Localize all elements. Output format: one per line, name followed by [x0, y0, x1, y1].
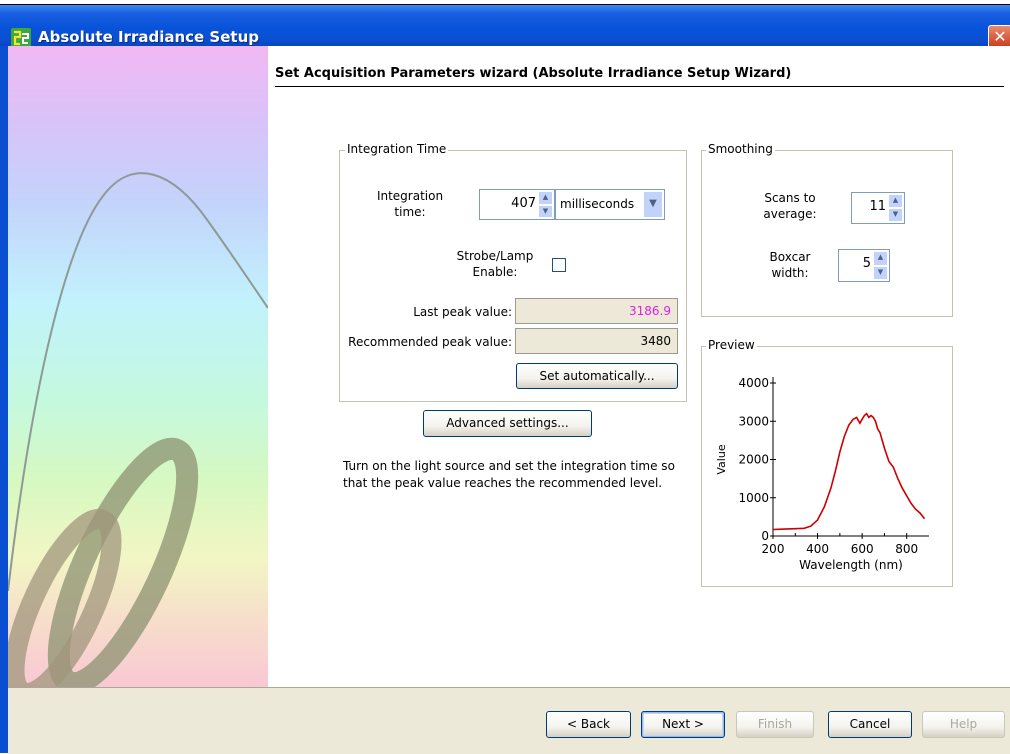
side-banner-graphic: [4, 172, 269, 704]
x-tick-label: 200: [762, 542, 785, 556]
next-button[interactable]: Next >: [641, 711, 725, 738]
advanced-settings-button[interactable]: Advanced settings...: [423, 410, 592, 437]
last-peak-value: 3186.9: [515, 298, 678, 324]
boxcar-width-label: Boxcar width:: [769, 250, 811, 280]
integration-time-value[interactable]: 407: [511, 190, 536, 218]
preview-chart: 200 400 600 800 0 1000 2000 3000 4000 Wavelength…: [715, 376, 929, 572]
heading-divider: [275, 86, 1004, 87]
x-axis-label: Wavelength (nm): [799, 558, 903, 572]
units-dropdown[interactable]: milliseconds ▼: [555, 189, 665, 220]
y-tick-label: 0: [761, 529, 769, 543]
recommended-peak-value: 3480: [515, 328, 678, 354]
x-tick-label: 400: [806, 542, 829, 556]
cancel-button[interactable]: Cancel: [828, 711, 912, 738]
spectrum-line: [772, 412, 926, 531]
last-peak-value-text: 3186.9: [629, 304, 671, 318]
smoothing-group: [701, 150, 953, 317]
scans-spin-buttons: ▲ ▼: [888, 194, 903, 222]
instruction-text: Turn on the light source and set the int…: [343, 459, 675, 490]
boxcar-spin-buttons: ▲ ▼: [873, 251, 888, 280]
scans-to-average-spinner[interactable]: 11 ▲ ▼: [851, 192, 905, 224]
help-button[interactable]: Help: [922, 711, 1005, 738]
spin-up-icon[interactable]: ▲: [888, 194, 903, 208]
finish-button[interactable]: Finish: [736, 711, 814, 738]
chevron-down-icon[interactable]: ▼: [643, 191, 663, 218]
side-banner: [4, 46, 269, 704]
wizard-window: Absolute Irradiance Setup ✕ Set Acquisit…: [0, 0, 1010, 754]
wizard-heading: Set Acquisition Parameters wizard (Absol…: [275, 66, 792, 81]
y-tick-label: 2000: [738, 453, 769, 467]
spin-down-icon[interactable]: ▼: [873, 265, 888, 280]
last-peak-label: Last peak value:: [413, 305, 512, 319]
x-tick-label: 600: [851, 542, 874, 556]
smoothing-group-label: Smoothing: [706, 142, 775, 156]
window-frame-left: [0, 46, 8, 753]
chart-axes: [772, 377, 929, 537]
boxcar-width-value[interactable]: 5: [863, 250, 871, 278]
spin-down-icon[interactable]: ▼: [888, 208, 903, 222]
spin-up-icon[interactable]: ▲: [873, 251, 888, 266]
recommended-peak-value-text: 3480: [640, 334, 671, 348]
recommended-peak-label: Recommended peak value:: [348, 335, 512, 349]
scans-to-average-value[interactable]: 11: [869, 193, 886, 221]
y-tick-label: 3000: [738, 414, 769, 428]
preview-group-label: Preview: [706, 338, 757, 352]
integration-time-spinner[interactable]: 407 ▲ ▼: [479, 189, 555, 220]
title-bar[interactable]: Absolute Irradiance Setup ✕: [0, 5, 1010, 49]
app-icon: [11, 28, 31, 48]
strobe-lamp-label: Strobe/Lamp Enable:: [456, 249, 534, 279]
spin-down-icon[interactable]: ▼: [538, 204, 553, 218]
strobe-lamp-checkbox[interactable]: [552, 258, 566, 272]
set-automatically-button[interactable]: Set automatically...: [516, 363, 678, 389]
scans-to-average-label: Scans to average:: [763, 191, 817, 221]
units-dropdown-value: milliseconds: [560, 197, 635, 211]
window-title: Absolute Irradiance Setup: [38, 28, 259, 46]
integration-time-label: Integration time:: [376, 189, 444, 219]
integration-time-spin-buttons: ▲ ▼: [538, 191, 553, 218]
x-tick-label: 800: [895, 542, 918, 556]
chart-ticks: 200 400 600 800 0 1000 2000 3000 4000: [738, 376, 918, 556]
back-button[interactable]: < Back: [546, 711, 631, 738]
boxcar-width-spinner[interactable]: 5 ▲ ▼: [838, 249, 890, 282]
integration-time-group-label: Integration Time: [345, 142, 449, 156]
spin-up-icon[interactable]: ▲: [538, 191, 553, 205]
y-tick-label: 1000: [738, 491, 769, 505]
y-tick-label: 4000: [738, 376, 769, 390]
y-axis-label: Value: [715, 444, 728, 474]
